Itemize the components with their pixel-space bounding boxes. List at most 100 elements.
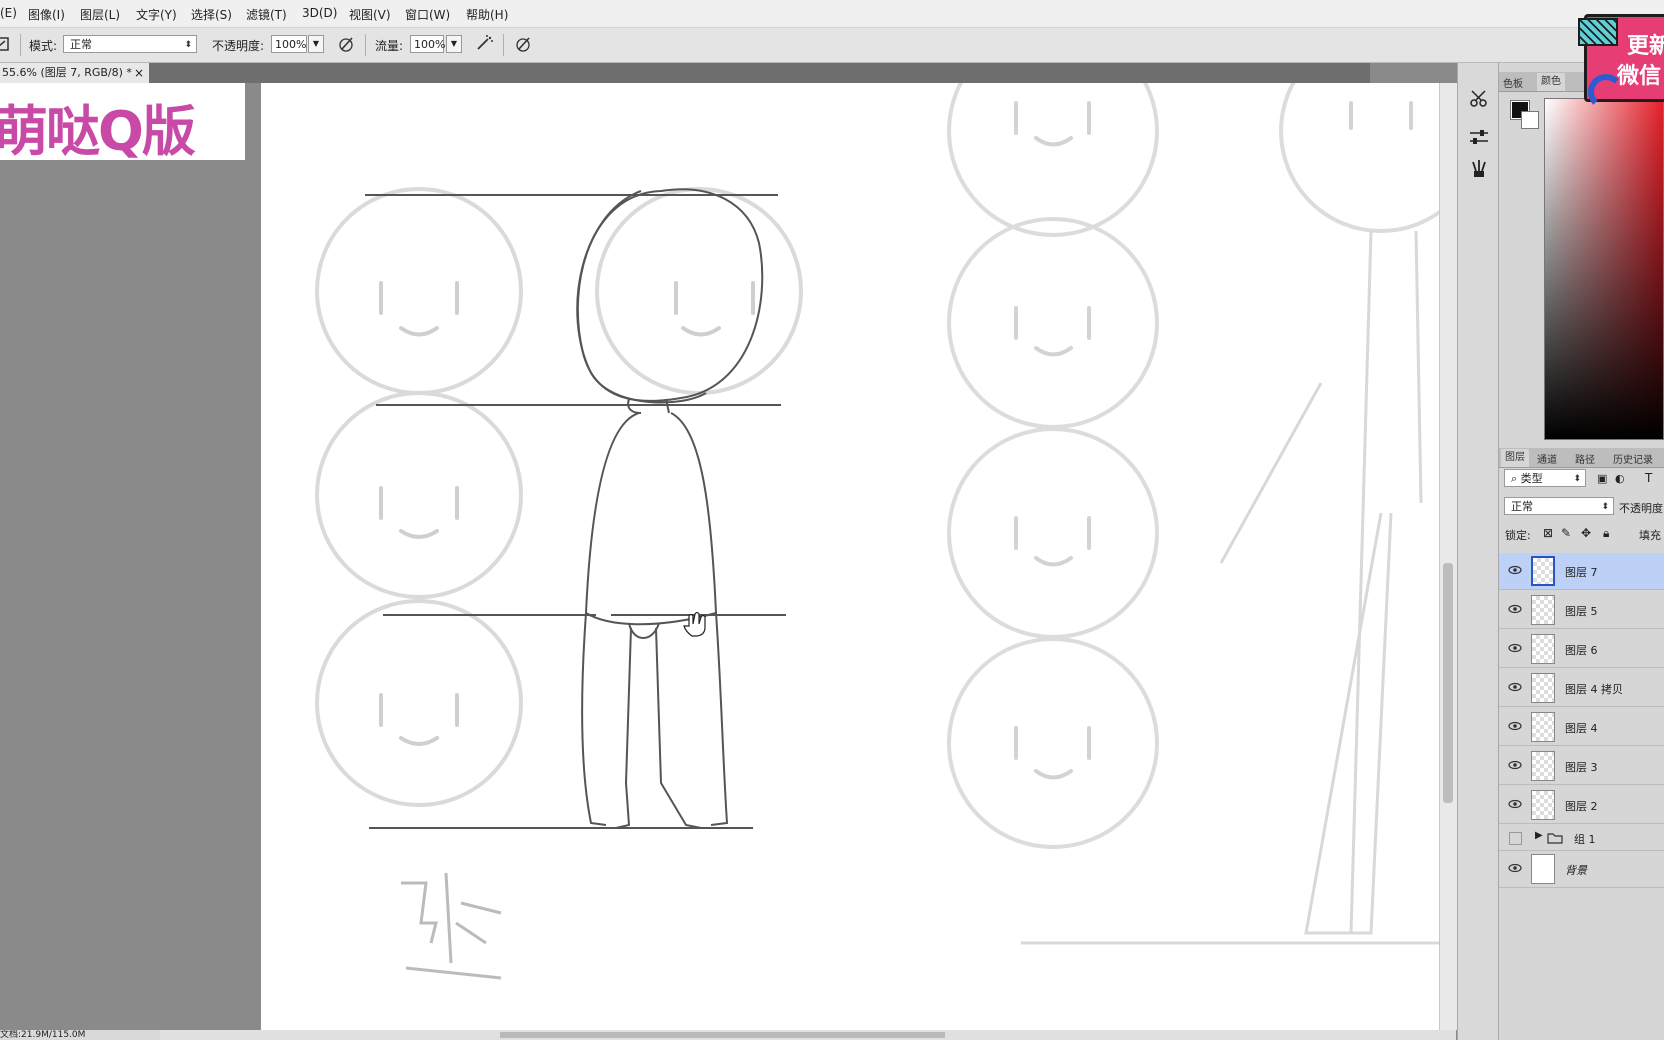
lock-transparent-icon[interactable]: ⊠ — [1543, 526, 1553, 540]
layer-kind-filter[interactable]: ⌕ 类型 ⬍ — [1504, 469, 1586, 487]
tab-paths[interactable]: 路径 — [1575, 451, 1595, 466]
mode-select[interactable]: 正常 ⬍ — [63, 35, 197, 53]
updown-icon: ⬍ — [1573, 474, 1581, 484]
layer-row[interactable]: 图层 4 拷贝 — [1499, 670, 1664, 707]
layer-group-row[interactable]: ▶ 组 1 — [1499, 826, 1664, 851]
layer-thumbnail — [1531, 712, 1555, 742]
vertical-scroll-thumb[interactable] — [1443, 563, 1453, 803]
menu-type[interactable]: 文字(Y) — [136, 6, 177, 23]
brush-presets-icon[interactable] — [1468, 158, 1490, 180]
eye-icon[interactable] — [1507, 759, 1523, 771]
lock-label: 锁定: — [1505, 529, 1531, 542]
layer-thumbnail — [1531, 634, 1555, 664]
chevron-down-icon: ▼ — [450, 39, 458, 48]
menu-help[interactable]: 帮助(H) — [466, 6, 508, 23]
tab-layers[interactable]: 图层 — [1501, 449, 1529, 467]
flow-label: 流量: — [375, 39, 404, 53]
menu-edit[interactable]: (E) — [0, 6, 17, 20]
eye-icon[interactable] — [1507, 720, 1523, 732]
document-tab[interactable]: 55.6% (图层 7, RGB/8) * × — [0, 63, 149, 83]
document-tab-bar: 55.6% (图层 7, RGB/8) * × — [0, 63, 1370, 83]
layer-thumbnail — [1531, 751, 1555, 781]
scissors-tool-icon[interactable] — [1468, 88, 1490, 110]
color-picker-field[interactable] — [1544, 98, 1664, 440]
visibility-toggle-off[interactable] — [1509, 832, 1522, 845]
layer-row[interactable]: 背景 — [1499, 851, 1664, 888]
options-bar: 模式: 正常 ⬍ 不透明度: 100% ▼ 流量: 100% ▼ — [0, 28, 1664, 63]
sketch-drawing — [315, 83, 1442, 980]
image-filter-icon[interactable]: ▣ — [1597, 472, 1607, 485]
eye-icon[interactable] — [1507, 603, 1523, 615]
expand-triangle-icon[interactable]: ▶ — [1535, 830, 1543, 841]
menu-filter[interactable]: 滤镜(T) — [246, 6, 287, 23]
adjustment-filter-icon[interactable]: ◐ — [1615, 472, 1625, 485]
opacity-dropdown[interactable]: ▼ — [308, 35, 324, 53]
layer-thumbnail — [1531, 595, 1555, 625]
update-badge: 更新 微信 — [1578, 14, 1664, 110]
mode-value: 正常 — [70, 38, 92, 51]
channel-logo: 萌哒Q版 — [0, 83, 245, 160]
vertical-scrollbar[interactable] — [1439, 83, 1457, 1030]
tab-channels[interactable]: 通道 — [1537, 451, 1557, 466]
horizontal-scroll-thumb[interactable] — [500, 1032, 945, 1038]
layer-name: 图层 3 — [1565, 761, 1598, 774]
background-color-swatch[interactable] — [1521, 111, 1539, 129]
lock-move-icon[interactable]: ✥ — [1581, 526, 1591, 540]
flow-input[interactable]: 100% — [410, 35, 445, 53]
tab-swatches[interactable]: 色板 — [1503, 75, 1523, 90]
layer-name: 图层 2 — [1565, 800, 1598, 813]
layer-row[interactable]: 图层 7 — [1499, 553, 1664, 590]
airbrush-icon[interactable] — [475, 34, 495, 54]
eye-icon[interactable] — [1507, 862, 1523, 874]
badge-line2: 微信 — [1617, 64, 1662, 89]
reference-heads-left — [315, 187, 803, 807]
lock-paint-icon[interactable]: ✎ — [1561, 526, 1571, 540]
search-icon: ⌕ — [1511, 472, 1518, 485]
menu-window[interactable]: 窗口(W) — [405, 6, 450, 23]
lock-all-icon[interactable]: 🔒︎ — [1603, 526, 1609, 541]
menu-layer[interactable]: 图层(L) — [80, 6, 120, 23]
badge-line1: 更新 — [1627, 34, 1664, 59]
eye-icon[interactable] — [1507, 681, 1523, 693]
separator — [365, 34, 366, 56]
sliders-icon[interactable] — [1468, 127, 1490, 149]
hand-cursor-icon — [683, 611, 706, 637]
horizontal-scrollbar[interactable] — [160, 1030, 1456, 1040]
blend-mode-select[interactable]: 正常 ⬍ — [1504, 497, 1614, 515]
updown-icon: ⬍ — [1601, 502, 1609, 512]
layer-row[interactable]: 图层 2 — [1499, 787, 1664, 824]
layer-row[interactable]: 图层 3 — [1499, 748, 1664, 785]
opacity-label: 不透明度: — [212, 39, 265, 53]
close-icon[interactable]: × — [134, 63, 144, 83]
layer-kind-value: 类型 — [1520, 472, 1543, 485]
menu-3d[interactable]: 3D(D) — [302, 6, 337, 20]
type-filter-icon[interactable]: T — [1645, 471, 1652, 485]
layer-opacity-label: 不透明度 — [1619, 502, 1663, 515]
opacity-input[interactable]: 100% — [271, 35, 307, 53]
tab-history[interactable]: 历史记录 — [1613, 451, 1653, 466]
right-panels: 色板 颜色 图层 通道 路径 历史记录 ⌕ 类型 ⬍ ▣ ◐ T 正常 ⬍ 不透… — [1499, 63, 1664, 1040]
eye-icon[interactable] — [1507, 798, 1523, 810]
status-bar: 文档:21.9M/115.0M — [0, 1030, 160, 1040]
tool-preset-icon[interactable] — [0, 34, 14, 54]
layer-panel-tabs: 图层 通道 路径 历史记录 — [1499, 448, 1664, 468]
updown-icon: ⬍ — [184, 40, 192, 50]
flow-dropdown[interactable]: ▼ — [446, 35, 462, 53]
drawing-canvas[interactable] — [261, 83, 1442, 1030]
layer-row[interactable]: 图层 4 — [1499, 709, 1664, 746]
layer-name: 图层 4 — [1565, 722, 1598, 735]
eye-icon[interactable] — [1507, 564, 1523, 576]
pressure-opacity-icon[interactable] — [336, 34, 356, 54]
eye-icon[interactable] — [1507, 642, 1523, 654]
mode-label: 模式: — [29, 39, 58, 53]
menu-view[interactable]: 视图(V) — [349, 6, 391, 23]
tab-color[interactable]: 颜色 — [1537, 73, 1565, 91]
badge-stripe — [1578, 18, 1618, 46]
pressure-size-icon[interactable] — [513, 34, 533, 54]
sketch-character-text — [401, 872, 502, 980]
reference-body-right — [1021, 230, 1442, 945]
menu-image[interactable]: 图像(I) — [28, 6, 65, 23]
layer-row[interactable]: 图层 6 — [1499, 631, 1664, 668]
layer-row[interactable]: 图层 5 — [1499, 592, 1664, 629]
menu-select[interactable]: 选择(S) — [191, 6, 232, 23]
